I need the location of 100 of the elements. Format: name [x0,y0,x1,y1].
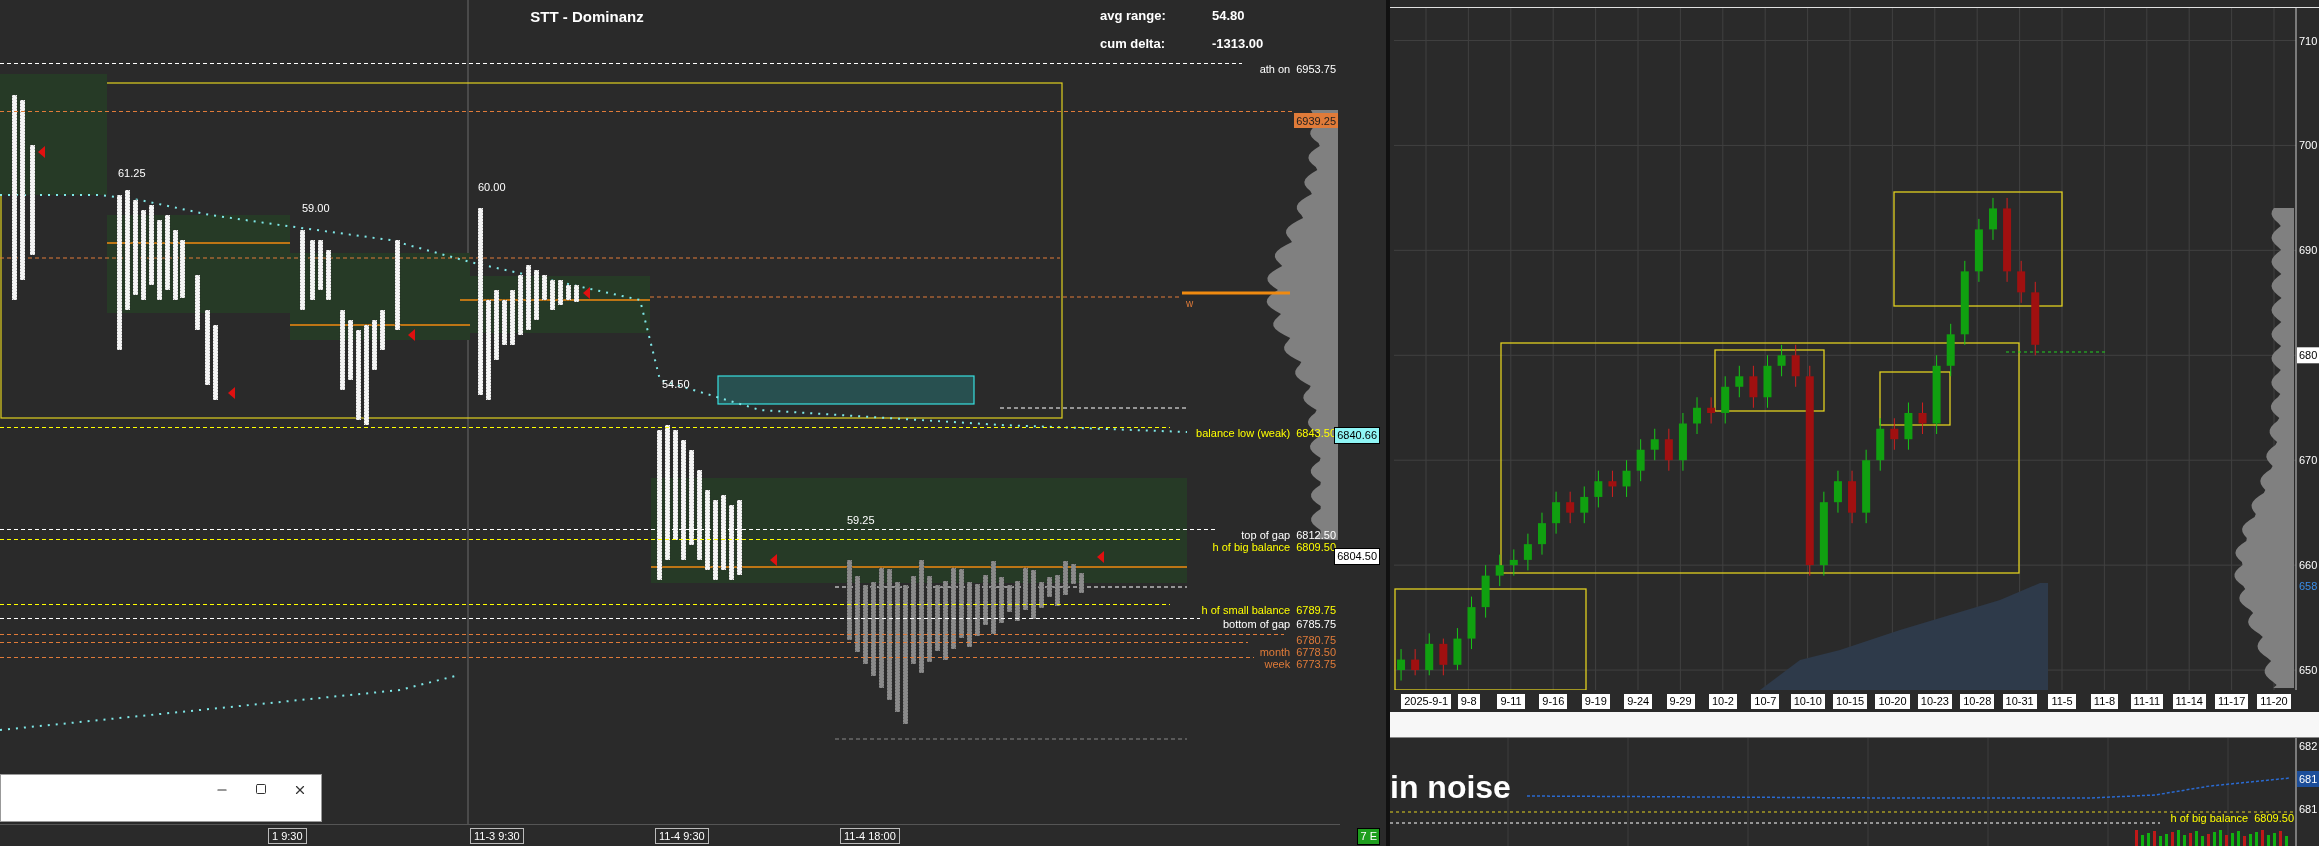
range-label: 54.50 [662,378,690,390]
candle [1552,491,1561,535]
candle [1989,197,1997,241]
level-label: h of big balance 6809.50 [1212,540,1336,553]
date-axis-label: 9-24 [1624,693,1653,709]
level-label: h of small balance 6789.75 [1201,603,1336,616]
date-axis-label: 11-5 [2048,693,2076,709]
time-axis-label: 1 9:30 [268,828,307,844]
candle [1848,470,1857,524]
candle [1481,564,1490,619]
date-axis-label: 10-28 [1960,693,1995,709]
candle [1594,470,1603,508]
date-axis-label: 10-23 [1917,693,1952,709]
price-axis-label: 710 [2299,34,2318,47]
range-label: 59.00 [302,202,330,214]
candle [1974,218,1983,283]
candle [1918,402,1927,435]
candle [1411,648,1420,676]
range-label: 61.25 [118,167,146,179]
candle [1636,438,1645,482]
splitter-bar[interactable] [1390,712,2319,738]
candle [1833,470,1842,514]
price-axis-label: 670 [2299,454,2318,467]
stat-label: cum delta: [1100,36,1165,51]
candle [1580,485,1589,524]
level-label: month 6778.50 [1259,645,1336,658]
candle [2017,260,2026,304]
level-label: ath on 6953.75 [1259,62,1336,75]
date-axis-label: 9-11 [1497,693,1525,709]
price-axis-label: 660 [2299,559,2318,572]
chart-title: STT - Dominanz [530,8,644,25]
candle [1397,648,1406,682]
status-badge: 7 E [1357,828,1380,845]
date-axis-label: 9-29 [1666,693,1695,709]
level-label: bottom of gap 6785.75 [1222,617,1336,630]
stat-value: 54.80 [1212,8,1245,23]
price-axis-label: 658 [2299,580,2318,593]
poc-marker: w [1186,298,1194,309]
candle [1721,375,1730,424]
candle [1467,596,1476,650]
date-axis-label: 10-2 [1708,693,1737,709]
candle [1453,627,1462,671]
price-axis-label: 681 [2299,803,2318,815]
maximize-icon [255,783,267,795]
price-tag: 680 [2297,347,2319,364]
date-axis-label: 10-31 [2002,693,2037,709]
candle [1707,396,1716,424]
date-axis-label: 10-7 [1751,693,1780,709]
date-axis-label: 9-16 [1539,693,1568,709]
pane-heading: in noise [1390,769,1511,805]
date-axis-label: 11-8 [2090,693,2119,709]
date-axis-label: 11-11 [2130,693,2164,709]
candle [1664,428,1673,472]
candle [1439,638,1448,676]
level-label: week 6773.75 [1264,657,1336,670]
date-axis-label: 10-20 [1875,693,1910,709]
candle [1678,412,1687,472]
candle [1566,491,1575,524]
candle [1608,470,1617,498]
candle [1509,548,1518,577]
level-label: h of big balance 6809.50 [2170,812,2294,824]
price-axis-label: 650 [2299,664,2318,677]
price-tag: 681 [2297,771,2319,787]
candle [1876,417,1885,472]
candle [1735,365,1744,398]
candle [1495,554,1504,587]
date-axis-label: 10-15 [1833,693,1868,709]
candle [1777,344,1786,377]
time-axis-label: 11-4 9:30 [655,828,709,844]
stat-label: avg range: [1100,8,1166,23]
candle [1791,344,1800,388]
date-axis-label: 11-14 [2172,693,2206,709]
price-axis-label: 690 [2299,244,2318,257]
price-axis-label: 700 [2299,139,2318,152]
candle [1904,402,1913,451]
candle [1890,417,1899,451]
date-axis-label: 11-17 [2214,693,2249,709]
candle [1749,365,1758,409]
stat-value: -1313.00 [1212,36,1264,51]
candle [1693,396,1701,435]
level-label: 6780.75 [1296,633,1336,646]
price-tag: 6804.50 [1334,548,1380,565]
price-axis-label: 682 [2299,740,2318,752]
price-tag: 6840.66 [1334,427,1380,444]
date-axis-label: 10-10 [1790,693,1825,709]
date-axis-label: 9-8 [1457,693,1480,709]
candle [1425,632,1434,676]
candle [1763,354,1772,409]
date-axis-label: 11-20 [2257,693,2291,709]
level-label: top of gap 6812.50 [1241,528,1336,541]
time-axis-label: 11-3 9:30 [470,828,524,844]
maximize-button[interactable] [253,781,269,797]
candle [1523,533,1532,571]
candle [1538,512,1546,556]
candle [1622,459,1631,498]
price-tag: 6939.25 [1294,113,1338,128]
candle [1650,428,1659,461]
date-axis-label: 9-19 [1581,693,1610,709]
date-axis-label: 2025-9-1 [1401,693,1452,709]
close-icon [293,783,307,797]
